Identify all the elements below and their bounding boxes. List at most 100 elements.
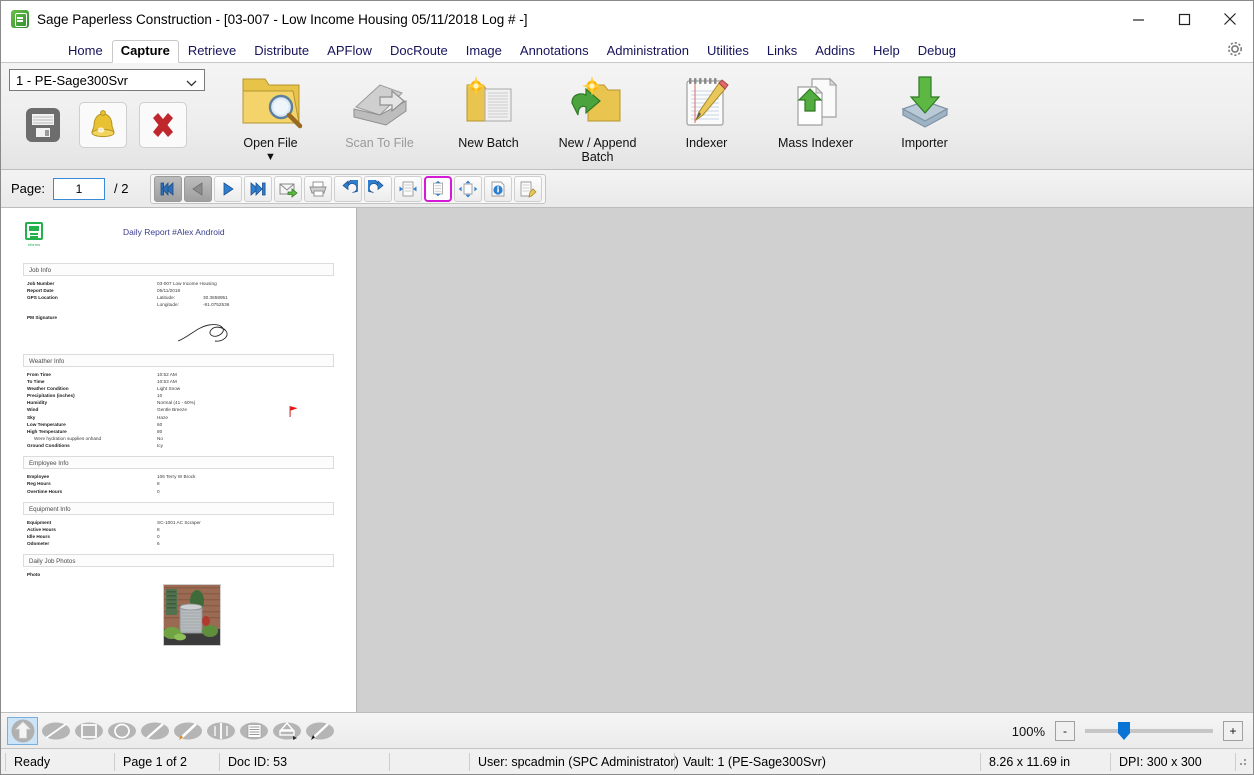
window-controls bbox=[1115, 1, 1253, 37]
line-tool[interactable] bbox=[40, 717, 71, 745]
menu-item-addins[interactable]: Addins bbox=[806, 41, 864, 62]
resize-grip[interactable] bbox=[1236, 755, 1250, 769]
zoom-percent-label: 100% bbox=[1011, 723, 1045, 739]
menu-item-help[interactable]: Help bbox=[864, 41, 909, 62]
stamp-tool[interactable] bbox=[271, 717, 302, 745]
close-button[interactable] bbox=[1207, 1, 1253, 37]
email-document-button[interactable] bbox=[274, 175, 303, 202]
document-preview-pane[interactable]: eforms Daily Report #Alex Android Job In… bbox=[1, 208, 356, 712]
chevron-down-icon bbox=[186, 76, 197, 91]
new-batch-button[interactable]: New Batch bbox=[434, 65, 543, 150]
field-row: Low Temperature 60 bbox=[27, 421, 163, 427]
text-note-tool[interactable] bbox=[238, 717, 269, 745]
menu-item-administration[interactable]: Administration bbox=[598, 41, 698, 62]
red-flag-icon[interactable] bbox=[289, 406, 299, 417]
status-bar: Ready Page 1 of 2 Doc ID: 53 User: spcad… bbox=[1, 748, 1253, 774]
zoom-slider[interactable] bbox=[1085, 721, 1213, 741]
save-button[interactable] bbox=[19, 102, 67, 148]
status-doc-id: Doc ID: 53 bbox=[220, 752, 390, 771]
field-row: Longitude: -91.0752536 bbox=[157, 302, 230, 308]
append-batch-folder-icon bbox=[558, 71, 638, 133]
menu-item-retrieve[interactable]: Retrieve bbox=[179, 41, 245, 62]
capture-ribbon: 1 - PE-Sage300Svr Open File ▼ Scan To Fi… bbox=[1, 63, 1253, 170]
rectangle-tool[interactable] bbox=[73, 717, 104, 745]
gear-icon[interactable] bbox=[1225, 39, 1245, 59]
previous-page-button[interactable] bbox=[184, 175, 213, 202]
fit-width-button[interactable] bbox=[394, 175, 423, 202]
print-document-button[interactable] bbox=[304, 175, 333, 202]
field-row: Wind Gentle Breeze bbox=[27, 407, 187, 413]
open-file-dropdown-caret[interactable]: ▼ bbox=[265, 152, 276, 163]
rotate-left-button[interactable] bbox=[334, 175, 363, 202]
fit-height-button[interactable] bbox=[424, 175, 453, 202]
section-heading-equipment-info: Equipment Info bbox=[23, 501, 334, 515]
rotate-right-button[interactable] bbox=[364, 175, 393, 202]
maximize-button[interactable] bbox=[1161, 1, 1207, 37]
eforms-logo: eforms bbox=[23, 222, 45, 247]
new-batch-folder-icon bbox=[449, 71, 529, 133]
photo-container bbox=[23, 584, 334, 647]
document-title: Daily Report #Alex Android bbox=[123, 227, 225, 237]
field-row: Were hydration supplies onhand No bbox=[34, 435, 163, 441]
eforms-icon bbox=[25, 222, 43, 240]
mass-indexer-button[interactable]: Mass Indexer bbox=[761, 65, 870, 150]
mass-indexer-label: Mass Indexer bbox=[777, 136, 854, 150]
pm-signature bbox=[27, 321, 334, 347]
menu-item-image[interactable]: Image bbox=[457, 41, 511, 62]
menu-item-distribute[interactable]: Distribute bbox=[245, 41, 318, 62]
ribbon-command-buttons: Open File ▼ Scan To File New Batch New /… bbox=[216, 63, 979, 165]
pen-color-tool[interactable] bbox=[304, 717, 335, 745]
field-row: Sky Haze bbox=[27, 414, 168, 420]
status-ready: Ready bbox=[5, 752, 115, 771]
menu-item-docroute[interactable]: DocRoute bbox=[381, 41, 457, 62]
field-row: Idle Hours 0 bbox=[27, 533, 160, 539]
ellipse-tool[interactable] bbox=[106, 717, 137, 745]
field-row: From Time 10:52 AM bbox=[27, 371, 177, 377]
vault-select[interactable]: 1 - PE-Sage300Svr bbox=[9, 69, 205, 91]
delete-button[interactable] bbox=[139, 102, 187, 148]
new-append-batch-button[interactable]: New / Append Batch bbox=[543, 65, 652, 165]
menu-item-apflow[interactable]: APFlow bbox=[318, 41, 381, 62]
open-file-button[interactable]: Open File ▼ bbox=[216, 65, 325, 163]
fit-page-button[interactable] bbox=[454, 175, 483, 202]
menu-item-annotations[interactable]: Annotations bbox=[511, 41, 598, 62]
indexer-button[interactable]: Indexer bbox=[652, 65, 761, 150]
section-heading-job-info: Job Info bbox=[23, 263, 334, 276]
last-page-button[interactable] bbox=[244, 175, 273, 202]
minimize-button[interactable] bbox=[1115, 1, 1161, 37]
ribbon-left-group: 1 - PE-Sage300Svr bbox=[1, 63, 216, 148]
menu-item-home[interactable]: Home bbox=[59, 41, 112, 62]
menu-item-capture[interactable]: Capture bbox=[111, 40, 179, 63]
menu-item-links[interactable]: Links bbox=[758, 41, 806, 62]
zoom-out-button[interactable]: - bbox=[1055, 721, 1075, 741]
main-content-area: eforms Daily Report #Alex Android Job In… bbox=[1, 208, 1253, 712]
section-job-info: Job Number 03-007 Low Income Housing Repo… bbox=[23, 280, 334, 347]
importer-button[interactable]: Importer bbox=[870, 65, 979, 150]
zoom-in-button[interactable]: + bbox=[1223, 721, 1243, 741]
alerts-button[interactable] bbox=[79, 102, 127, 148]
menu-item-utilities[interactable]: Utilities bbox=[698, 41, 758, 62]
pointer-home-tool[interactable] bbox=[7, 716, 38, 745]
viewer-background[interactable] bbox=[356, 208, 1253, 712]
first-page-button[interactable] bbox=[154, 175, 183, 202]
menu-item-debug[interactable]: Debug bbox=[909, 41, 965, 62]
field-row: Employee 106 Terry W Brock bbox=[27, 474, 196, 480]
ribbon-quick-actions bbox=[19, 102, 216, 148]
highlighter-tool[interactable] bbox=[172, 717, 203, 745]
new-append-batch-label: New / Append Batch bbox=[558, 136, 637, 165]
status-page: Page 1 of 2 bbox=[115, 752, 220, 771]
status-spacer bbox=[390, 752, 470, 771]
document-info-button[interactable] bbox=[484, 175, 513, 202]
redaction-tool[interactable] bbox=[205, 717, 236, 745]
status-vault: Vault: 1 (PE-Sage300Svr) bbox=[675, 752, 981, 771]
scan-to-file-button[interactable]: Scan To File bbox=[325, 65, 434, 150]
section-equipment-info: Equipment SC-1001 AC Scraper Active Hours… bbox=[23, 519, 334, 548]
page-number-input[interactable]: 1 bbox=[52, 177, 105, 200]
edit-document-button[interactable] bbox=[514, 175, 543, 202]
pencil-tool[interactable] bbox=[139, 717, 170, 745]
section-heading-employee-info: Employee Info bbox=[23, 456, 334, 470]
next-page-button[interactable] bbox=[214, 175, 243, 202]
zoom-slider-thumb[interactable] bbox=[1118, 722, 1130, 740]
annotation-toolbar: 100% - + bbox=[1, 712, 1253, 748]
field-row: Precipitation (inches) 10 bbox=[27, 393, 163, 399]
